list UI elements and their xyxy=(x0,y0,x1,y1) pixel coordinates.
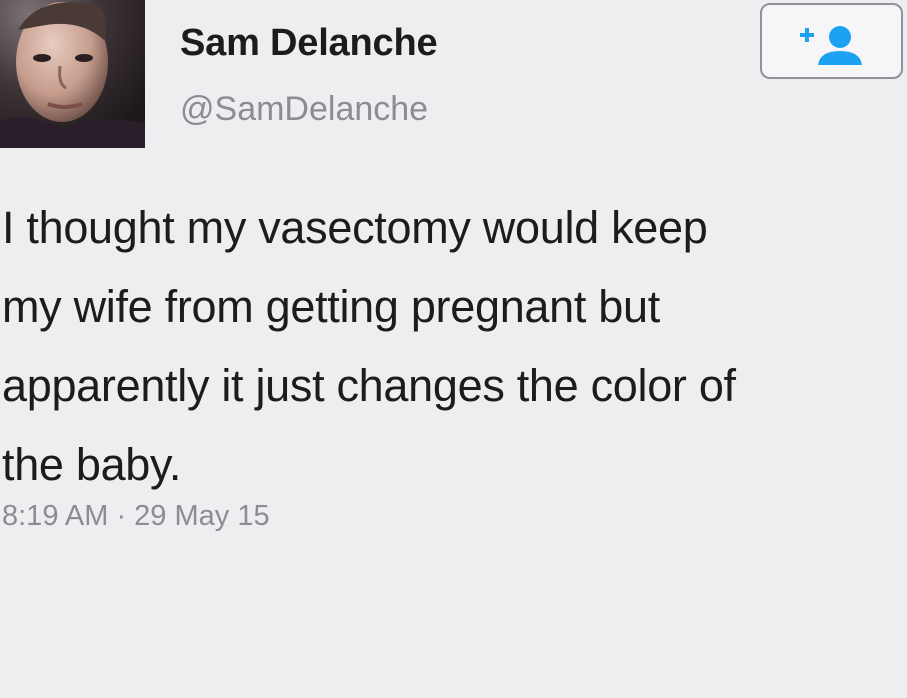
avatar[interactable] xyxy=(0,0,145,148)
user-handle[interactable]: @SamDelanche xyxy=(180,90,428,129)
tweet-text: I thought my vasectomy would keep my wif… xyxy=(2,202,736,490)
add-user-icon xyxy=(800,26,862,65)
tweet-card: Sam Delanche @SamDelanche I thought my v… xyxy=(0,0,907,698)
tweet-timestamp[interactable]: 8:19 AM · 29 May 15 xyxy=(2,500,270,533)
display-name[interactable]: Sam Delanche xyxy=(180,22,438,65)
profile-photo xyxy=(0,0,145,148)
follow-button[interactable] xyxy=(760,3,903,79)
